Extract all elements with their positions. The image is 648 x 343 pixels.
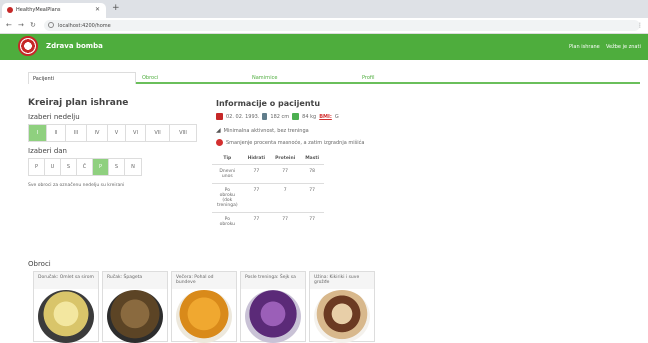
meal-photo (107, 290, 163, 343)
meal-photo (176, 290, 232, 343)
table-cell: 7 (270, 183, 301, 213)
table-row: Po obroku 77 77 77 (212, 212, 325, 231)
week-button[interactable]: I (29, 125, 47, 141)
day-button[interactable]: P (93, 159, 109, 175)
day-selector: P U S Č P S N (28, 158, 142, 176)
target-icon (216, 139, 223, 146)
col-hidrati: Hidrati (247, 156, 266, 161)
activity-line: ◢ Minimalna aktivnost, bez treninga (216, 127, 309, 134)
table-cell: Dnevni unos (212, 164, 243, 184)
meal-name: Užina: Kikiriki i suve grožđe (310, 272, 374, 289)
meals-title: Obroci (28, 260, 51, 268)
day-button[interactable]: U (45, 159, 61, 175)
site-info-icon[interactable] (48, 22, 54, 28)
height-icon (262, 113, 268, 120)
week-button[interactable]: VIII (170, 125, 196, 141)
back-icon[interactable]: ← (6, 21, 12, 29)
day-button[interactable]: N (125, 159, 141, 175)
table-cell: 77 (242, 183, 271, 213)
table-row: Po obroku (dok treninga) 77 7 77 (212, 183, 325, 213)
scale-icon (292, 113, 300, 120)
week-selector: I II III IV V VI VII VIII (28, 124, 197, 142)
reload-icon[interactable]: ↻ (30, 21, 36, 29)
table-cell: Po obroku (dok treninga) (212, 183, 243, 213)
logo-icon[interactable] (18, 36, 38, 56)
goal-text: Smanjenje procenta masnoće, a zatim izgr… (226, 139, 365, 146)
week-button[interactable]: VI (126, 125, 146, 141)
week-label: Izaberi nedelju (28, 113, 80, 121)
browser-tab[interactable]: HealthyMealPlans ✕ (2, 3, 106, 18)
table-cell: Po obroku (212, 212, 243, 231)
forward-icon[interactable]: → (18, 21, 24, 29)
meal-card[interactable]: Doručak: Omlet sa sirom (33, 271, 99, 343)
meal-name: Posle treninga: Šejk sa (241, 272, 305, 289)
meal-photo (245, 290, 301, 343)
tab-pacijenti[interactable]: Pacijenti (28, 72, 136, 84)
week-button[interactable]: III (66, 125, 87, 141)
browser-tabstrip: HealthyMealPlans ✕ + (0, 0, 648, 18)
close-tab-icon[interactable]: ✕ (95, 6, 100, 13)
weight-value: 84 kg (302, 113, 317, 120)
browser-tab-title: HealthyMealPlans (16, 7, 61, 13)
col-masti: Masti (305, 156, 320, 161)
tab-namirnice[interactable]: Namirnice (252, 72, 277, 84)
meal-name: Ručak: Špageta (103, 272, 167, 289)
section-tabs: Pacijenti Obroci Namirnice Profil (28, 72, 640, 84)
nav-vezbe[interactable]: Vežbe je znati (606, 44, 641, 50)
bmi-label: BMI: (319, 113, 332, 120)
col-proteini: Proteini (275, 156, 296, 161)
table-cell: 77 (242, 164, 271, 184)
col-tip: Tip (223, 156, 232, 161)
table-row: Dnevni unos 77 77 78 (212, 164, 325, 184)
meal-card[interactable]: Posle treninga: Šejk sa (240, 271, 306, 343)
tab-obroci[interactable]: Obroci (142, 72, 158, 84)
day-button[interactable]: S (61, 159, 77, 175)
day-button[interactable]: S (109, 159, 125, 175)
birth-date: 02. 02. 1993. (226, 113, 260, 120)
meal-card[interactable]: Užina: Kikiriki i suve grožđe (309, 271, 375, 343)
table-cell: 78 (300, 164, 325, 184)
meal-photo (314, 290, 370, 343)
day-label: Izaberi dan (28, 147, 67, 155)
patient-title: Informacije o pacijentu (216, 99, 321, 108)
meal-name: Doručak: Omlet sa sirom (34, 272, 98, 289)
week-button[interactable]: V (108, 125, 126, 141)
nutrition-table: Tip Hidrati Proteini Masti Dnevni unos 7… (212, 153, 325, 231)
week-button[interactable]: VII (146, 125, 170, 141)
day-button[interactable]: Č (77, 159, 93, 175)
app-header: Zdrava bomba Plan ishrane Vežbe je znati (0, 34, 648, 60)
patient-stats: 02. 02. 1993. 182 cm 84 kg BMI: G (216, 113, 339, 120)
nav-plan-ishrane[interactable]: Plan ishrane (569, 44, 600, 50)
bmi-value: G (334, 113, 339, 120)
day-button[interactable]: P (29, 159, 45, 175)
table-cell: 77 (270, 164, 301, 184)
meal-name: Večera: Pohal od bundeve (172, 272, 236, 289)
browser-menu-icon[interactable]: ⋮ (637, 22, 643, 29)
height-value: 182 cm (270, 113, 290, 120)
url-field[interactable]: localhost:4200/home (44, 20, 640, 31)
activity-text: Minimalna aktivnost, bez treninga (223, 127, 309, 134)
address-bar: ← → ↻ localhost:4200/home ⋮ (0, 18, 648, 34)
plan-title: Kreiraj plan ishrane (28, 98, 129, 108)
meals-list: Doručak: Omlet sa sirom Ručak: Špageta V… (28, 271, 388, 343)
tab-profil[interactable]: Profil (362, 72, 374, 84)
week-button[interactable]: IV (87, 125, 108, 141)
url-text: localhost:4200/home (58, 23, 111, 29)
favicon-icon (7, 7, 13, 13)
brand-name[interactable]: Zdrava bomba (46, 42, 103, 50)
goal-line: Smanjenje procenta masnoće, a zatim izgr… (216, 139, 364, 146)
activity-chart-icon: ◢ (216, 127, 221, 134)
table-header-row: Tip Hidrati Proteini Masti (212, 153, 324, 165)
meal-card[interactable]: Ručak: Špageta (102, 271, 168, 343)
table-cell: 77 (270, 212, 301, 231)
plan-hint: Sve obroci za označenu nedelju su kreira… (28, 183, 125, 188)
week-button[interactable]: II (47, 125, 66, 141)
table-cell: 77 (300, 183, 325, 213)
table-cell: 77 (300, 212, 325, 231)
new-tab-icon[interactable]: + (112, 3, 120, 13)
meal-card[interactable]: Večera: Pohal od bundeve (171, 271, 237, 343)
table-cell: 77 (242, 212, 271, 231)
calendar-icon (216, 113, 223, 120)
meal-photo (38, 290, 94, 343)
